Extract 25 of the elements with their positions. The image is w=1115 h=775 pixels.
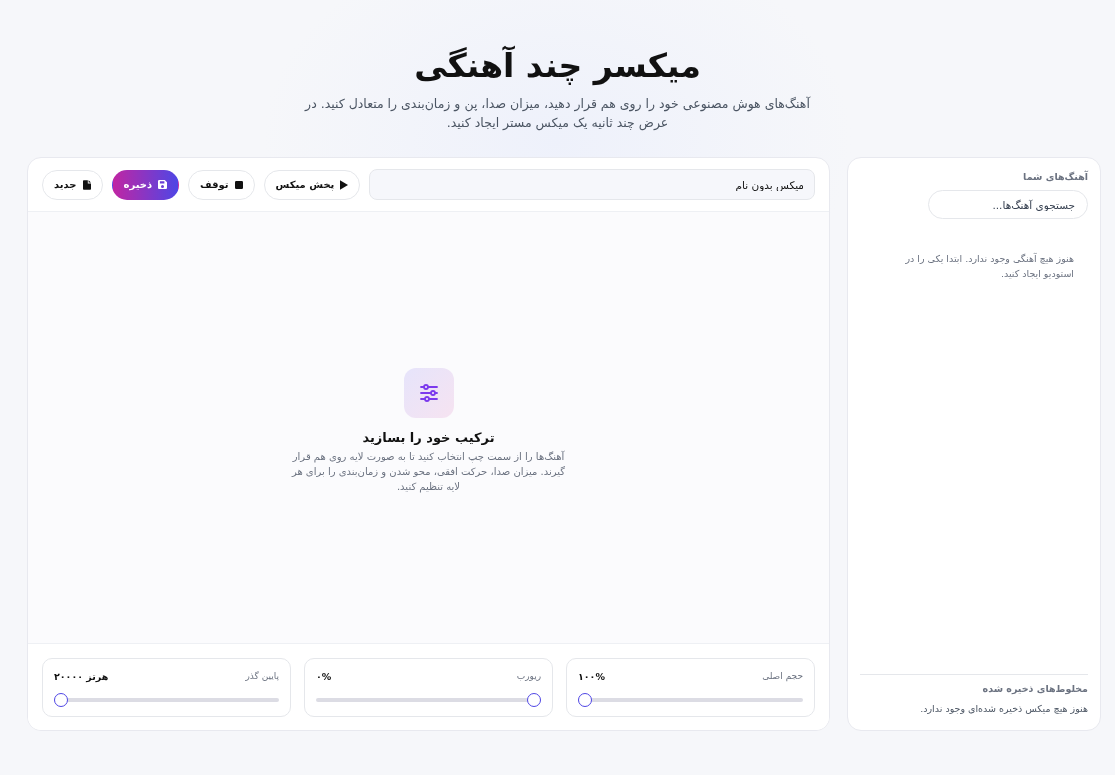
empty-state-title: ترکیب خود را بسازید <box>362 428 495 447</box>
empty-message: هنوز هیچ آهنگی وجود ندارد. ابتدا یکی را در استودیو ایجاد کنید. <box>904 252 1074 281</box>
control-label: پایین گذر <box>245 671 279 681</box>
stop-icon <box>234 180 243 189</box>
sidebar-title: آهنگ‌های شما <box>1022 169 1088 184</box>
play-icon <box>340 179 349 190</box>
play-button[interactable]: پخش میکس <box>263 169 361 200</box>
empty-state-text: آهنگ‌ها را از سمت چپ انتخاب کنید تا به صورت لایه روی هم قرار گیرند. میزان صدا، حرکت افقی، محو شدن و زمان‌بندی را برای هر لایه تنظیم کنید. <box>290 449 567 494</box>
save-icon <box>158 180 168 189</box>
control-label: حجم اصلی <box>762 671 803 681</box>
save-button[interactable]: ذخیره <box>111 169 180 200</box>
page-subtitle: آهنگ‌های هوش مصنوعی خود را روی هم قرار دهید، میزان صدا، پن و زمان‌بندی را متعادل کنید. در عرض چند ثانیه یک میکس مستر ایجاد کنید. <box>303 95 812 132</box>
page-title: میکسر چند آهنگی <box>413 44 702 88</box>
control-value: ۰% <box>316 670 332 682</box>
new-button[interactable]: جدید <box>42 169 103 200</box>
sliders-icon <box>403 367 454 418</box>
section-title: مخلوط‌های ذخیره شده <box>981 682 1088 697</box>
stop-button[interactable]: توقف <box>188 169 255 200</box>
file-icon <box>82 179 91 190</box>
empty-message: هنوز هیچ میکس ذخیره شده‌ای وجود ندارد. <box>919 702 1088 716</box>
control-label: ریورب <box>516 671 541 681</box>
control-value: ۱۰۰% <box>578 670 605 682</box>
mix-name-field[interactable]: میکس بدون نام <box>369 169 815 200</box>
control-value: هرتز ۲۰۰۰۰ <box>54 670 109 682</box>
search-field[interactable]: جستجوی آهنگ‌ها... <box>928 190 1088 219</box>
